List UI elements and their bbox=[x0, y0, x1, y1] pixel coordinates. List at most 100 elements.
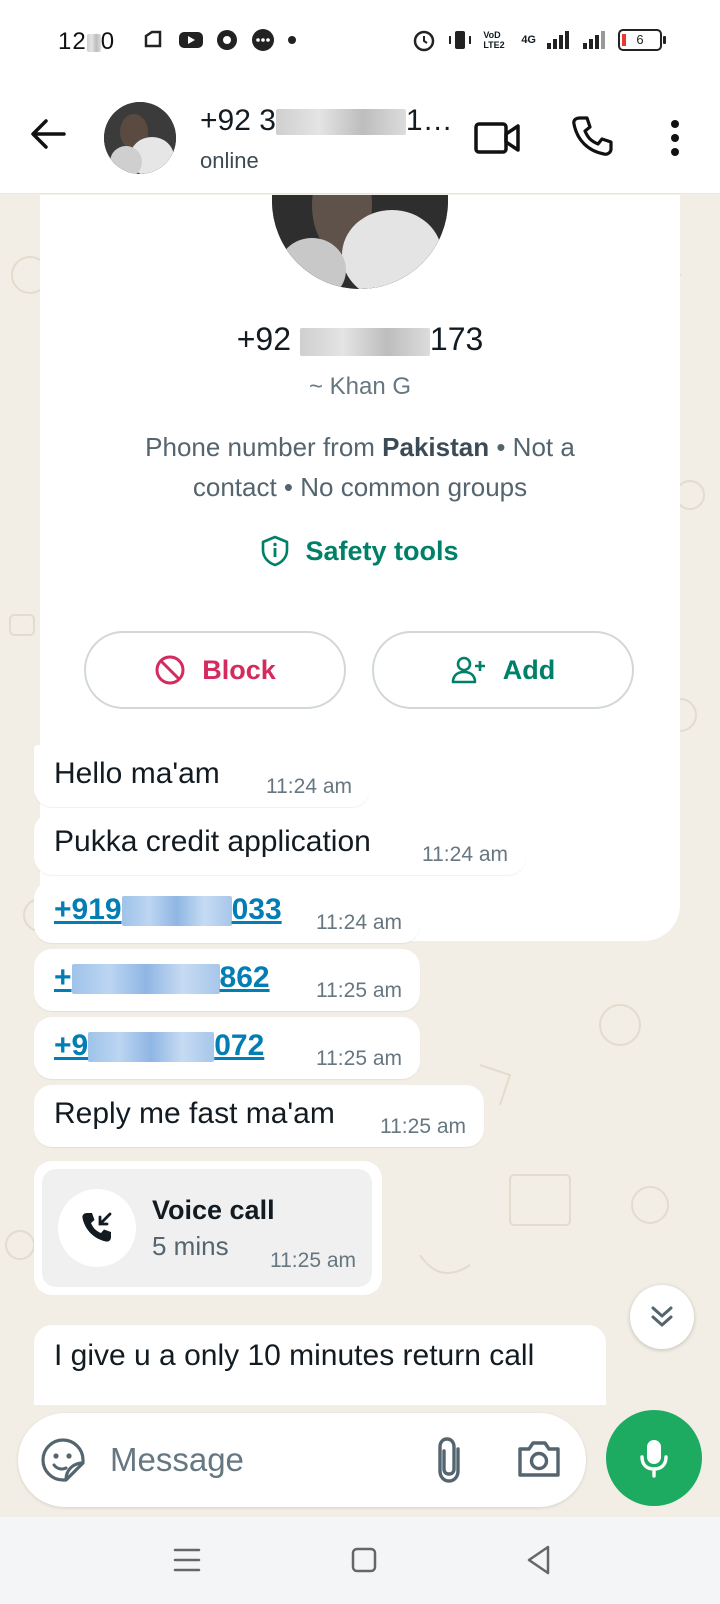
home-icon[interactable] bbox=[350, 1545, 378, 1575]
status-bar: 12 0 VoD LTE2 4G 6 bbox=[0, 0, 720, 82]
message-time: 11:24 am bbox=[266, 775, 352, 798]
redacted-block bbox=[299, 327, 430, 356]
youtube-icon bbox=[179, 32, 203, 48]
message-time: 11:25 am bbox=[316, 979, 402, 1002]
message-input[interactable] bbox=[110, 1435, 390, 1485]
message-bubble[interactable]: Reply me fast ma'am 11:25 am bbox=[34, 1085, 484, 1147]
camera-icon[interactable] bbox=[516, 1437, 562, 1481]
system-status-icons: VoD LTE2 4G 6 bbox=[411, 28, 666, 52]
redacted-block bbox=[71, 964, 220, 995]
double-chevron-down-icon bbox=[651, 1306, 673, 1327]
more-options-icon[interactable] bbox=[660, 116, 690, 160]
message-bubble[interactable]: I give u a only 10 minutes return call bbox=[34, 1325, 606, 1405]
cloud-app-icon bbox=[217, 30, 237, 50]
sticker-emoji-icon[interactable] bbox=[40, 1437, 86, 1483]
nav-back-icon[interactable] bbox=[524, 1543, 554, 1577]
redacted-block bbox=[88, 1032, 215, 1063]
voice-call-message[interactable]: Voice call 5 mins 11:25 am bbox=[34, 1161, 382, 1295]
phone-link-start: +919 bbox=[54, 893, 122, 926]
signal-strength-2-icon bbox=[583, 31, 605, 49]
more-notifications-dot-icon bbox=[288, 36, 296, 44]
back-arrow-icon[interactable] bbox=[28, 114, 68, 154]
safety-tools-link[interactable]: Safety tools bbox=[40, 535, 680, 567]
block-button[interactable]: Block bbox=[84, 631, 346, 709]
message-bubble[interactable]: +919 033 11:24 am bbox=[34, 881, 420, 943]
voice-call-duration: 5 mins bbox=[152, 1231, 229, 1261]
message-composer bbox=[18, 1413, 586, 1507]
phone-link-end: 862 bbox=[219, 961, 270, 994]
card-phone-number: +92 173 bbox=[40, 321, 680, 358]
message-time: 11:25 am bbox=[380, 1115, 466, 1138]
voice-call-card[interactable]: Voice call 5 mins 11:25 am bbox=[42, 1169, 372, 1287]
message-text: Pukka credit application bbox=[54, 825, 371, 858]
safety-tools-label: Safety tools bbox=[305, 535, 459, 566]
messenger-icon bbox=[252, 29, 274, 51]
redacted-block bbox=[86, 33, 101, 52]
message-bubble[interactable]: Pukka credit application 11:24 am bbox=[34, 813, 526, 875]
message-text: Reply me fast ma'am bbox=[54, 1097, 335, 1130]
phone-link-end: 033 bbox=[231, 893, 282, 926]
app-notification-icon bbox=[144, 30, 162, 48]
avatar-photo bbox=[104, 102, 176, 174]
card-phone-end: 173 bbox=[429, 321, 484, 357]
phone-link-end: 072 bbox=[214, 1029, 265, 1062]
scroll-to-bottom-button[interactable] bbox=[630, 1285, 694, 1349]
redacted-block bbox=[121, 896, 232, 927]
status-time-minutes: 0 bbox=[100, 28, 116, 55]
message-text: Hello ma'am bbox=[54, 757, 220, 790]
card-description: Phone number from Pakistan • Not a conta… bbox=[110, 427, 610, 507]
card-display-name: ~ Khan G bbox=[308, 373, 412, 400]
status-time-hours: 12 bbox=[58, 28, 87, 55]
network-type: 4G bbox=[521, 34, 536, 46]
chat-header: +92 3 1… online bbox=[0, 82, 720, 194]
voice-call-title: Voice call bbox=[152, 1195, 275, 1225]
battery-indicator: 6 bbox=[618, 29, 666, 51]
desc-country: Pakistan bbox=[382, 432, 490, 462]
video-call-icon[interactable] bbox=[474, 118, 520, 158]
microphone-icon bbox=[640, 1440, 668, 1478]
phone-link[interactable]: +9 072 bbox=[54, 1029, 264, 1063]
message-time: 11:25 am bbox=[270, 1249, 356, 1272]
attachment-icon[interactable] bbox=[430, 1435, 470, 1485]
card-avatar-photo bbox=[272, 195, 448, 289]
online-status: online bbox=[200, 148, 259, 173]
redacted-block bbox=[275, 109, 406, 136]
phone-link-start: +9 bbox=[54, 1029, 89, 1062]
voice-call-icon-wrap bbox=[58, 1189, 136, 1267]
phone-link-start: + bbox=[54, 961, 72, 994]
voice-call-icon[interactable] bbox=[570, 114, 614, 158]
message-time: 11:25 am bbox=[316, 1047, 402, 1070]
add-label: Add bbox=[502, 654, 556, 685]
phone-link[interactable]: +862 bbox=[54, 961, 270, 995]
contact-avatar[interactable] bbox=[104, 102, 176, 174]
system-navigation-bar bbox=[0, 1517, 720, 1604]
message-bubble[interactable]: +862 11:25 am bbox=[34, 949, 420, 1011]
signal-strength-icon bbox=[547, 31, 569, 49]
block-icon bbox=[155, 655, 185, 685]
add-person-icon bbox=[451, 656, 485, 684]
alarm-icon bbox=[414, 30, 435, 52]
message-time: 11:24 am bbox=[422, 843, 508, 866]
vibrate-icon bbox=[449, 31, 472, 49]
desc-text-1: Phone number from bbox=[145, 432, 383, 462]
message-time: 11:24 am bbox=[316, 911, 402, 934]
volte-indicator: VoD LTE2 bbox=[483, 30, 505, 50]
block-label: Block bbox=[202, 654, 276, 685]
voice-message-button[interactable] bbox=[606, 1410, 702, 1506]
chat-area[interactable]: +92 173 ~ Khan G Phone number from Pakis… bbox=[0, 195, 720, 1517]
message-bubble[interactable]: Hello ma'am 11:24 am bbox=[34, 745, 370, 807]
phone-link[interactable]: +919 033 bbox=[54, 893, 282, 927]
contact-title[interactable]: +92 3 1… bbox=[200, 104, 453, 138]
contact-title-start: +92 3 bbox=[200, 104, 276, 137]
card-avatar[interactable] bbox=[272, 195, 448, 289]
card-phone-start: +92 bbox=[236, 321, 300, 357]
message-text: I give u a only 10 minutes return call bbox=[54, 1339, 535, 1372]
recent-apps-icon[interactable] bbox=[172, 1543, 202, 1577]
message-bubble[interactable]: +9 072 11:25 am bbox=[34, 1017, 420, 1079]
status-time: 12 0 bbox=[58, 28, 115, 56]
incoming-call-icon bbox=[82, 1212, 112, 1242]
add-contact-button[interactable]: Add bbox=[372, 631, 634, 709]
contact-title-end: 1… bbox=[405, 104, 453, 137]
notification-icons bbox=[142, 28, 298, 52]
shield-icon bbox=[262, 535, 289, 567]
